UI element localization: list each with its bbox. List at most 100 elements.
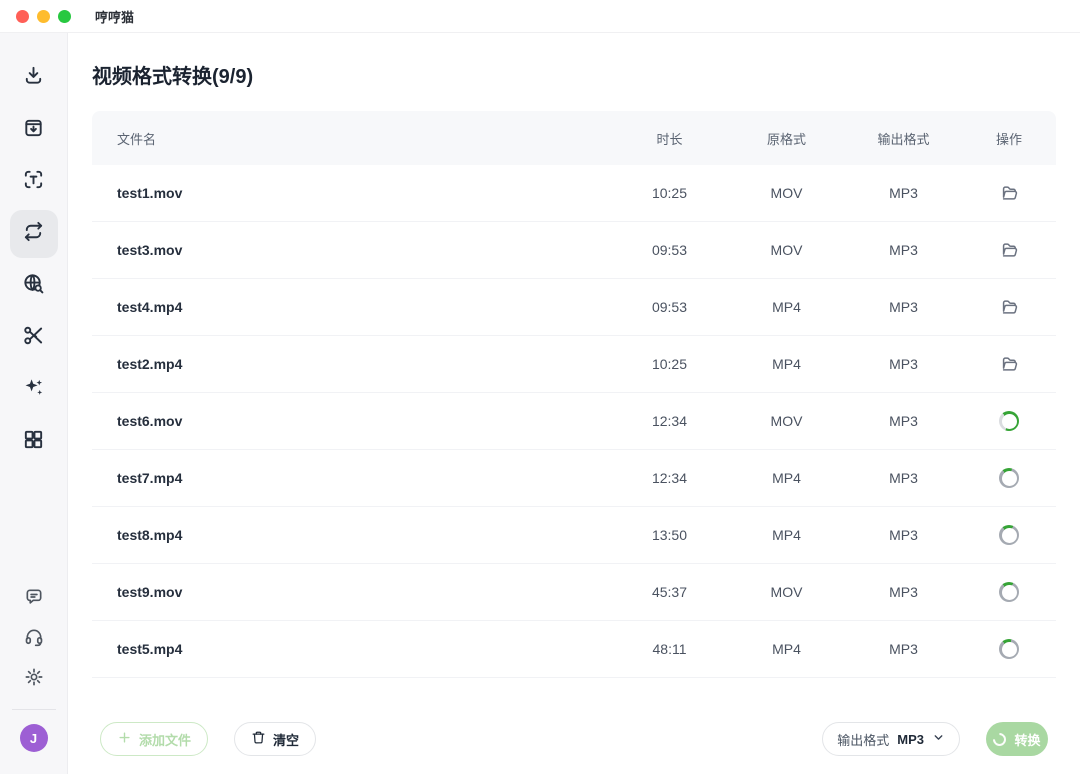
file-source-format: MP4 xyxy=(728,356,845,372)
open-folder-icon[interactable] xyxy=(999,183,1019,203)
file-output-format: MP3 xyxy=(845,470,962,486)
open-folder-icon[interactable] xyxy=(999,354,1019,374)
file-action xyxy=(962,525,1056,545)
file-name: test4.mp4 xyxy=(92,299,611,315)
file-duration: 12:34 xyxy=(611,413,728,429)
sidebar-footer: J xyxy=(0,579,67,774)
sidebar-item-web-parse[interactable] xyxy=(10,262,58,310)
table-row: test4.mp4 09:53 MP4 MP3 xyxy=(92,279,1056,336)
sidebar-item-feedback[interactable] xyxy=(14,579,54,619)
sidebar-item-ai-tools[interactable] xyxy=(10,366,58,414)
file-output-format: MP3 xyxy=(845,299,962,315)
add-files-button[interactable]: 添加文件 xyxy=(100,722,208,756)
convert-label: 转换 xyxy=(1014,730,1040,749)
file-output-format: MP3 xyxy=(845,413,962,429)
download-icon xyxy=(22,64,45,92)
trash-icon xyxy=(251,730,266,748)
file-duration: 45:37 xyxy=(611,584,728,600)
table-row: test8.mp4 13:50 MP4 MP3 xyxy=(92,507,1056,564)
file-action xyxy=(962,297,1056,317)
header-source-format: 原格式 xyxy=(728,129,845,148)
file-action xyxy=(962,240,1056,260)
header-output-format: 输出格式 xyxy=(845,129,962,148)
minimize-window-button[interactable] xyxy=(37,10,50,23)
file-source-format: MP4 xyxy=(728,527,845,543)
file-name: test7.mp4 xyxy=(92,470,611,486)
progress-ring xyxy=(999,525,1019,545)
close-window-button[interactable] xyxy=(16,10,29,23)
sidebar-divider xyxy=(12,709,56,710)
file-duration: 10:25 xyxy=(611,185,728,201)
file-source-format: MP4 xyxy=(728,470,845,486)
progress-ring xyxy=(999,468,1019,488)
file-name: test5.mp4 xyxy=(92,641,611,657)
file-name: test3.mov xyxy=(92,242,611,258)
file-source-format: MOV xyxy=(728,242,845,258)
avatar[interactable]: J xyxy=(20,724,48,752)
sidebar-item-format-convert[interactable] xyxy=(10,210,58,258)
open-folder-icon[interactable] xyxy=(999,240,1019,260)
table-row: test2.mp4 10:25 MP4 MP3 xyxy=(92,336,1056,393)
footer-bar: 添加文件 清空 输出格式 MP3 转换 xyxy=(68,704,1080,774)
file-source-format: MOV xyxy=(728,584,845,600)
file-source-format: MP4 xyxy=(728,299,845,315)
sidebar-item-more-apps[interactable] xyxy=(10,418,58,466)
table-header: 文件名 时长 原格式 输出格式 操作 xyxy=(92,111,1056,165)
file-duration: 10:25 xyxy=(611,356,728,372)
header-duration: 时长 xyxy=(611,129,728,148)
text-scan-icon xyxy=(22,168,45,196)
sidebar-item-trim[interactable] xyxy=(10,314,58,362)
inbox-download-icon xyxy=(22,116,45,144)
page-title: 视频格式转换(9/9) xyxy=(92,60,1056,89)
output-format-label: 输出格式 xyxy=(837,730,889,749)
output-format-value: MP3 xyxy=(897,732,924,747)
scissors-icon xyxy=(22,324,45,352)
table-row: test6.mov 12:34 MOV MP3 xyxy=(92,393,1056,450)
open-folder-icon[interactable] xyxy=(999,297,1019,317)
table-body: test1.mov 10:25 MOV MP3 test3.mov 09:53 … xyxy=(92,165,1056,678)
traffic-lights xyxy=(16,10,71,23)
table-row: test7.mp4 12:34 MP4 MP3 xyxy=(92,450,1056,507)
file-output-format: MP3 xyxy=(845,356,962,372)
chevron-down-icon xyxy=(932,731,945,747)
header-action: 操作 xyxy=(962,129,1056,148)
app-title: 哼哼猫 xyxy=(95,7,134,26)
plus-icon xyxy=(117,730,132,748)
progress-ring xyxy=(999,582,1019,602)
clear-button[interactable]: 清空 xyxy=(234,722,316,756)
file-duration: 13:50 xyxy=(611,527,728,543)
clear-label: 清空 xyxy=(273,730,299,749)
sidebar-item-support[interactable] xyxy=(14,619,54,659)
loading-spinner-icon xyxy=(991,730,1009,748)
conversion-table: 文件名 时长 原格式 输出格式 操作 test1.mov 10:25 MOV M… xyxy=(92,111,1056,678)
file-source-format: MP4 xyxy=(728,641,845,657)
main-content: 视频格式转换(9/9) 文件名 时长 原格式 输出格式 操作 test1.mov… xyxy=(68,33,1080,774)
footer-right: 输出格式 MP3 转换 xyxy=(822,722,1048,756)
file-output-format: MP3 xyxy=(845,185,962,201)
file-duration: 12:34 xyxy=(611,470,728,486)
app-window: 哼哼猫 xyxy=(0,0,1080,774)
file-name: test8.mp4 xyxy=(92,527,611,543)
file-action xyxy=(962,411,1056,431)
sidebar-item-text-extract[interactable] xyxy=(10,158,58,206)
output-format-select[interactable]: 输出格式 MP3 xyxy=(822,722,960,756)
globe-search-icon xyxy=(22,272,45,300)
file-duration: 48:11 xyxy=(611,641,728,657)
table-row: test1.mov 10:25 MOV MP3 xyxy=(92,165,1056,222)
sidebar-item-batch-download[interactable] xyxy=(10,106,58,154)
file-duration: 09:53 xyxy=(611,242,728,258)
table-row: test3.mov 09:53 MOV MP3 xyxy=(92,222,1056,279)
sidebar-item-settings[interactable] xyxy=(14,659,54,699)
grid-icon xyxy=(22,428,45,456)
maximize-window-button[interactable] xyxy=(58,10,71,23)
convert-button[interactable]: 转换 xyxy=(986,722,1048,756)
sidebar-item-download[interactable] xyxy=(10,54,58,102)
file-output-format: MP3 xyxy=(845,584,962,600)
file-name: test9.mov xyxy=(92,584,611,600)
progress-ring xyxy=(999,639,1019,659)
file-action xyxy=(962,582,1056,602)
file-source-format: MOV xyxy=(728,413,845,429)
repeat-convert-icon xyxy=(22,220,45,248)
file-output-format: MP3 xyxy=(845,242,962,258)
file-name: test1.mov xyxy=(92,185,611,201)
